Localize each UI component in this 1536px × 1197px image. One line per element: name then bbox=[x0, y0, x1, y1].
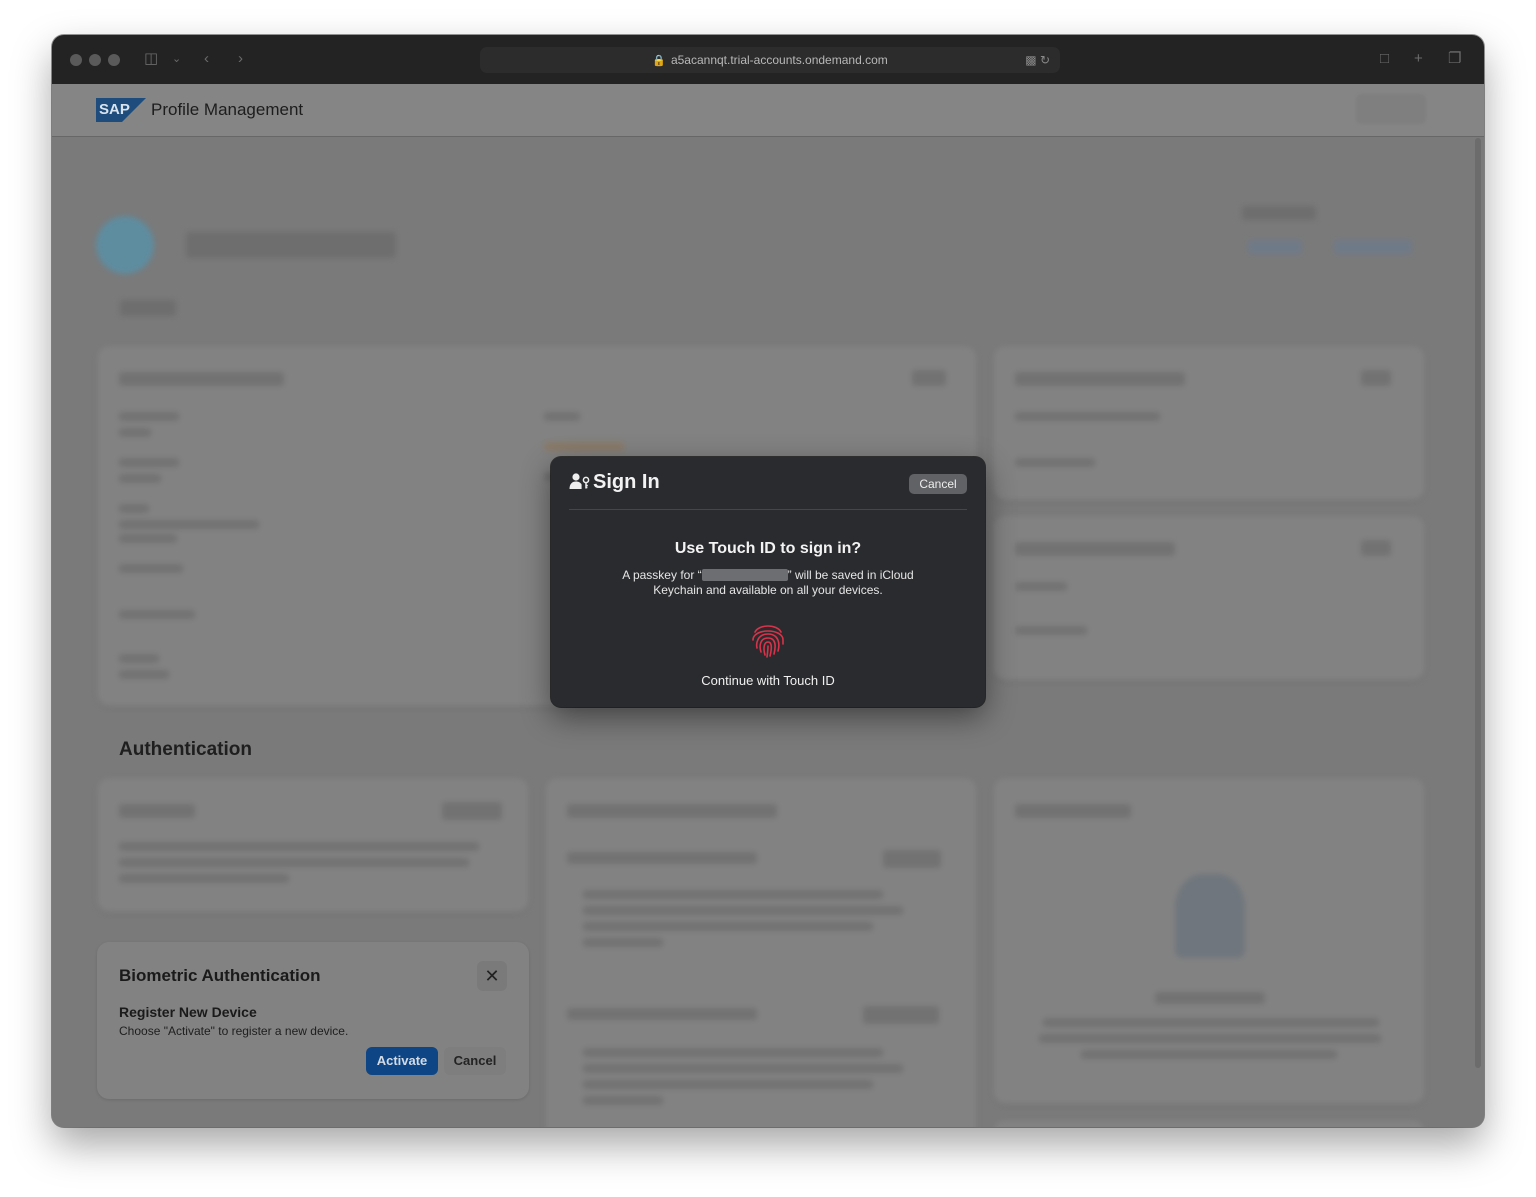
translate-reload-icons[interactable]: ▩ ↻ bbox=[1025, 47, 1050, 73]
my-data-placeholder bbox=[1242, 206, 1316, 220]
minimize-window-button[interactable] bbox=[89, 54, 101, 66]
zoom-window-button[interactable] bbox=[108, 54, 120, 66]
contact-preferences-card bbox=[993, 516, 1425, 680]
dialog-heading: Use Touch ID to sign in? bbox=[674, 540, 862, 557]
cancel-button[interactable]: Cancel bbox=[444, 1047, 506, 1075]
back-arrow-icon[interactable]: ‹ bbox=[204, 50, 209, 68]
password-card bbox=[97, 778, 529, 912]
passkey-sign-in-dialog: Sign In Cancel Use Touch ID to sign in? … bbox=[551, 457, 985, 707]
avatar bbox=[96, 216, 154, 274]
header-action-button[interactable] bbox=[1356, 94, 1426, 124]
link-placeholder-2 bbox=[1334, 240, 1412, 254]
authentication-section-title: Authentication bbox=[119, 739, 252, 760]
sap-logo: SAP bbox=[96, 98, 146, 122]
continue-with-touch-id[interactable]: Continue with Touch ID bbox=[551, 673, 985, 688]
profile-section-placeholder bbox=[120, 300, 176, 316]
dialog-cancel-button[interactable]: Cancel bbox=[909, 474, 967, 494]
app-title: Profile Management bbox=[151, 100, 304, 119]
activate-button[interactable]: Activate bbox=[366, 1047, 438, 1075]
biometric-card-title: Biometric Authentication bbox=[119, 966, 321, 985]
register-device-subtitle: Register New Device bbox=[119, 1004, 257, 1020]
register-device-description: Choose "Activate" to register a new devi… bbox=[119, 1024, 349, 1038]
dialog-divider bbox=[569, 509, 967, 510]
sessions-card bbox=[993, 1120, 1425, 1127]
browser-toolbar: ◫ ⌄ ‹ › 🔒 a5acannqt.trial-accounts.ondema… bbox=[52, 35, 1484, 84]
app-header: SAP Profile Management bbox=[52, 84, 1484, 136]
profile-name-placeholder bbox=[186, 232, 396, 258]
dialog-title: Sign In bbox=[569, 471, 660, 494]
close-window-button[interactable] bbox=[70, 54, 82, 66]
biometric-authentication-card: Biometric Authentication ✕ Register New … bbox=[97, 942, 529, 1099]
multi-factor-authentication-card bbox=[545, 778, 977, 1127]
redacted-account-name bbox=[701, 569, 788, 581]
url-text: a5acannqt.trial-accounts.ondemand.com bbox=[670, 53, 888, 67]
person-key-icon bbox=[569, 473, 590, 489]
social-sign-on-card bbox=[993, 778, 1425, 1104]
share-icon[interactable]: □ bbox=[1380, 50, 1389, 68]
link-placeholder-1 bbox=[1248, 240, 1302, 254]
chevron-down-icon[interactable]: ⌄ bbox=[172, 50, 181, 68]
dialog-body: A passkey for “” will be saved in iCloud… bbox=[601, 568, 935, 598]
company-information-card bbox=[993, 346, 1425, 500]
page-scrollbar[interactable] bbox=[1475, 138, 1481, 1068]
tab-overview-icon[interactable]: ❐ bbox=[1448, 50, 1461, 68]
browser-window: ◫ ⌄ ‹ › 🔒 a5acannqt.trial-accounts.ondema… bbox=[52, 35, 1484, 1127]
fingerprint-icon[interactable] bbox=[747, 618, 789, 660]
dialog-body-prefix: A passkey for “ bbox=[622, 568, 702, 582]
lock-icon: 🔒 bbox=[652, 55, 666, 67]
sidebar-icon[interactable]: ◫ bbox=[144, 50, 158, 68]
dialog-title-text: Sign In bbox=[593, 471, 660, 493]
new-tab-icon[interactable]: + bbox=[1414, 50, 1423, 68]
address-bar[interactable]: 🔒 a5acannqt.trial-accounts.ondemand.com ▩… bbox=[480, 47, 1060, 73]
close-icon[interactable]: ✕ bbox=[477, 961, 507, 991]
forward-arrow-icon[interactable]: › bbox=[238, 50, 243, 68]
